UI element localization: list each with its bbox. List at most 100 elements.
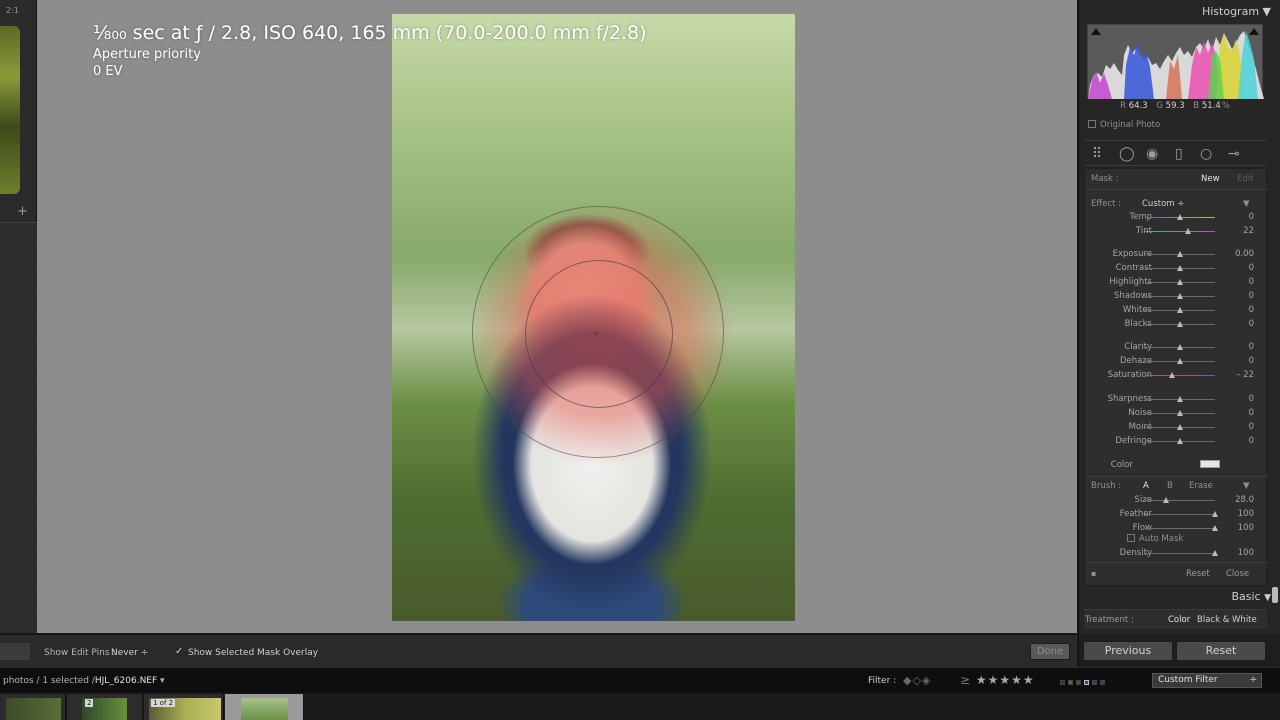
slider-thumb[interactable] (1177, 396, 1183, 402)
image-canvas[interactable]: ⌖ ¹⁄₈₀₀ sec at ƒ / 2.8, ISO 640, 165 mm … (37, 0, 1077, 633)
filmstrip-thumbnail[interactable]: 1 of 2 (144, 694, 224, 720)
slider-thumb[interactable] (1177, 265, 1183, 271)
auto-mask-toggle[interactable]: Auto Mask (1127, 534, 1183, 544)
mask-new-button[interactable]: New (1201, 174, 1220, 184)
slider-thumb[interactable] (1212, 511, 1218, 517)
collapse-triangle-icon[interactable]: ▼ (1263, 5, 1271, 18)
effect-select[interactable]: Custom ÷ (1142, 199, 1184, 209)
slider-value[interactable]: 0 (1249, 305, 1254, 315)
slider-feather[interactable]: Feather 100 (1085, 508, 1268, 521)
slider-blacks[interactable]: Blacks 0 (1085, 318, 1268, 331)
color-swatch[interactable] (1200, 460, 1220, 468)
slider-value[interactable]: 28.0 (1235, 495, 1254, 505)
highlight-clipping-indicator[interactable] (1249, 28, 1259, 35)
slider-value[interactable]: 0 (1249, 394, 1254, 404)
slider-track[interactable] (1145, 514, 1215, 515)
slider-moir-[interactable]: Moiré 0 (1085, 421, 1268, 434)
slider-track[interactable] (1145, 375, 1215, 376)
slider-thumb[interactable] (1177, 214, 1183, 220)
slider-value[interactable]: 0 (1249, 291, 1254, 301)
slider-highlights[interactable]: Highlights 0 (1085, 276, 1268, 289)
slider-size[interactable]: Size 28.0 (1085, 494, 1268, 507)
slider-thumb[interactable] (1177, 344, 1183, 350)
color-flag-blue[interactable] (1084, 680, 1089, 685)
slider-value[interactable]: 0 (1249, 342, 1254, 352)
adjustment-brush-icon[interactable]: ⊸ (1228, 146, 1240, 162)
slider-clarity[interactable]: Clarity 0 (1085, 341, 1268, 354)
slider-value[interactable]: 0.00 (1235, 249, 1254, 259)
brush-a-tab[interactable]: A (1143, 481, 1149, 491)
slider-value[interactable]: 0 (1249, 277, 1254, 287)
effect-collapse-triangle-icon[interactable]: ▼ (1243, 199, 1250, 209)
slider-track[interactable] (1145, 553, 1215, 554)
slider-saturation[interactable]: Saturation – 22 (1085, 369, 1268, 382)
slider-defringe[interactable]: Defringe 0 (1085, 435, 1268, 448)
slider-contrast[interactable]: Contrast 0 (1085, 262, 1268, 275)
basic-panel-header[interactable]: Basic ▼ (1079, 590, 1271, 603)
slider-thumb[interactable] (1177, 321, 1183, 327)
slider-noise[interactable]: Noise 0 (1085, 407, 1268, 420)
slider-thumb[interactable] (1212, 525, 1218, 531)
crop-grid-icon[interactable]: ⠿ (1092, 146, 1102, 162)
filmstrip-thumbnail[interactable]: 2 (67, 694, 143, 720)
slider-value[interactable]: – 22 (1236, 370, 1254, 380)
left-footer-button[interactable] (0, 643, 30, 660)
slider-density[interactable]: Density 100 (1085, 547, 1268, 560)
slider-track[interactable] (1145, 231, 1215, 232)
panel-scrollbar[interactable] (1272, 587, 1278, 603)
slider-thumb[interactable] (1177, 438, 1183, 444)
original-photo-checkbox[interactable] (1088, 120, 1096, 128)
shadow-clipping-indicator[interactable] (1091, 28, 1101, 35)
slider-thumb[interactable] (1177, 358, 1183, 364)
slider-temp[interactable]: Temp 0 (1085, 211, 1268, 224)
brush-collapse-triangle-icon[interactable]: ▼ (1243, 481, 1250, 491)
slider-thumb[interactable] (1212, 550, 1218, 556)
slider-value[interactable]: 100 (1238, 509, 1254, 519)
slider-thumb[interactable] (1177, 410, 1183, 416)
slider-thumb[interactable] (1177, 424, 1183, 430)
mask-edit-button[interactable]: Edit (1237, 174, 1253, 184)
done-button[interactable]: Done (1030, 643, 1070, 660)
histogram-graph[interactable] (1087, 24, 1264, 99)
slider-whites[interactable]: Whites 0 (1085, 304, 1268, 317)
close-brush-button[interactable]: Close (1226, 569, 1249, 579)
color-flag-red[interactable] (1060, 680, 1065, 685)
collapse-triangle-icon[interactable]: ▼ (1264, 593, 1271, 603)
slider-thumb[interactable] (1177, 307, 1183, 313)
slider-thumb[interactable] (1184, 228, 1191, 234)
slider-value[interactable]: 0 (1249, 263, 1254, 273)
slider-exposure[interactable]: Exposure 0.00 (1085, 248, 1268, 261)
reset-button[interactable]: Reset (1176, 641, 1266, 661)
mask-overlay-checkbox[interactable]: ✓ (175, 646, 183, 657)
slider-thumb[interactable] (1177, 251, 1183, 257)
slider-value[interactable]: 0 (1249, 422, 1254, 432)
radial-filter-icon[interactable]: ○ (1200, 146, 1212, 162)
navigator-zoom-label[interactable]: 2:1 (6, 6, 19, 15)
navigator-preview-thumbnail[interactable] (0, 26, 20, 194)
previous-button[interactable]: Previous (1083, 641, 1173, 661)
reset-brush-button[interactable]: Reset (1186, 569, 1210, 579)
toggle-switch-icon[interactable]: ▪ (1091, 569, 1096, 578)
custom-filter-select[interactable]: Custom Filter ÷ (1152, 673, 1262, 688)
plus-icon[interactable]: + (17, 204, 28, 219)
source-path[interactable]: photos / 1 selected /HJL_6206.NEF ▾ (3, 676, 165, 686)
slider-track[interactable] (1145, 500, 1215, 501)
spot-removal-icon[interactable]: ◯ (1119, 146, 1135, 162)
red-eye-icon[interactable]: ◉ (1146, 146, 1158, 162)
slider-thumb[interactable] (1169, 372, 1176, 378)
graduated-filter-icon[interactable]: ▯ (1175, 146, 1183, 162)
slider-value[interactable]: 0 (1249, 356, 1254, 366)
slider-thumb[interactable] (1163, 497, 1169, 503)
slider-track[interactable] (1145, 528, 1215, 529)
slider-value[interactable]: 100 (1238, 523, 1254, 533)
color-flag-purple[interactable] (1092, 680, 1097, 685)
slider-thumb[interactable] (1177, 279, 1183, 285)
auto-mask-checkbox[interactable] (1127, 534, 1135, 542)
flag-filter-icons[interactable]: ◆◇◈ (903, 674, 931, 687)
original-photo-toggle[interactable]: Original Photo (1088, 120, 1160, 130)
filmstrip-thumbnail-selected[interactable] (225, 694, 304, 720)
slider-value[interactable]: 0 (1249, 212, 1254, 222)
brush-b-tab[interactable]: B (1167, 481, 1173, 491)
slider-value[interactable]: 0 (1249, 408, 1254, 418)
rating-filter[interactable]: ≥ ★★★★★ (960, 673, 1035, 687)
